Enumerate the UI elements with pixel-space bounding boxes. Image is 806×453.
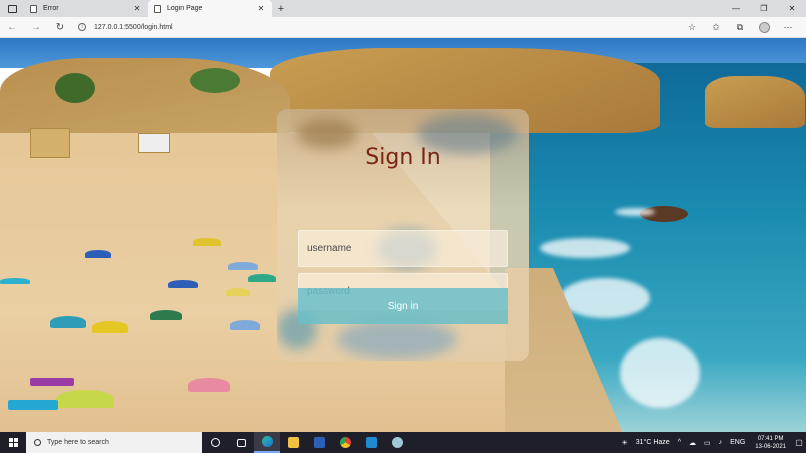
- system-tray: ☀ 31°C Haze ^ ☁ ▭ ♪ ENG 07:41 PM 13-06-2…: [617, 432, 806, 453]
- page-icon: [30, 4, 37, 13]
- favorites-icon[interactable]: ✩: [704, 17, 728, 38]
- background-umbrella: [188, 378, 230, 392]
- url-field[interactable]: i 127.0.0.1:5500/login.html: [72, 19, 680, 35]
- background-hut: [138, 133, 170, 153]
- weather-icon[interactable]: ☀: [617, 439, 631, 447]
- page-title: Sign In: [365, 145, 441, 170]
- file-explorer-icon[interactable]: [280, 432, 306, 453]
- window-controls: — ❐ ✕: [722, 0, 806, 17]
- weather-text[interactable]: 31°C Haze: [632, 439, 674, 446]
- chrome-icon[interactable]: [332, 432, 358, 453]
- info-icon[interactable]: i: [78, 23, 86, 31]
- close-icon[interactable]: ✕: [256, 4, 266, 13]
- word-icon[interactable]: [306, 432, 332, 453]
- background-umbrella: [168, 280, 198, 288]
- tab-error[interactable]: Error ✕: [24, 0, 148, 17]
- username-input[interactable]: [307, 243, 507, 254]
- background-foam: [540, 238, 630, 258]
- cortana-icon[interactable]: [202, 432, 228, 453]
- tab-actions-icon: [7, 4, 17, 13]
- profile-icon[interactable]: [752, 17, 776, 38]
- maximize-button[interactable]: ❐: [750, 0, 778, 17]
- minimize-button[interactable]: —: [722, 0, 750, 17]
- tab-login-page[interactable]: Login Page ✕: [148, 0, 272, 17]
- background-umbrella: [226, 288, 250, 296]
- windows-taskbar: Type here to search ☀ 31°C Haze ^ ☁ ▭ ♪ …: [0, 432, 806, 453]
- background-greenery: [190, 68, 240, 93]
- card-blur-blob: [337, 319, 457, 359]
- task-view-icon[interactable]: [228, 432, 254, 453]
- login-card: Sign In Sign in: [277, 109, 529, 361]
- page-viewport: Sign In Sign in: [0, 38, 806, 432]
- collections-icon[interactable]: ⧉: [728, 17, 752, 38]
- background-umbrella: [30, 378, 74, 386]
- background-cliff: [705, 76, 805, 128]
- back-arrow-icon[interactable]: ←: [0, 17, 24, 38]
- clock[interactable]: 07:41 PM 13-06-2021: [749, 435, 792, 451]
- battery-icon[interactable]: ▭: [700, 439, 715, 447]
- forward-arrow-icon[interactable]: →: [24, 17, 48, 38]
- search-icon: [34, 439, 41, 446]
- background-umbrella: [8, 400, 58, 410]
- more-icon[interactable]: ···: [776, 17, 800, 38]
- close-window-button[interactable]: ✕: [778, 0, 806, 17]
- page-icon: [154, 4, 161, 13]
- chevron-up-icon[interactable]: ^: [674, 439, 685, 446]
- close-icon[interactable]: ✕: [132, 4, 142, 13]
- background-umbrella: [92, 321, 128, 333]
- taskbar-search[interactable]: Type here to search: [26, 432, 202, 453]
- background-greenery: [55, 73, 95, 103]
- vscode-icon[interactable]: [358, 432, 384, 453]
- background-umbrella: [50, 316, 86, 328]
- browser-tab-bar: Error ✕ Login Page ✕ + — ❐ ✕: [0, 0, 806, 17]
- windows-logo-icon: [8, 438, 18, 447]
- notification-icon[interactable]: ▢: [792, 432, 806, 453]
- background-umbrella: [150, 310, 182, 320]
- sign-in-button[interactable]: Sign in: [298, 288, 508, 324]
- url-text: 127.0.0.1:5500/login.html: [94, 23, 173, 31]
- clock-date: 13-06-2021: [755, 443, 786, 450]
- background-foam: [560, 278, 650, 318]
- clock-time: 07:41 PM: [757, 435, 784, 442]
- network-icon[interactable]: ☁: [685, 439, 700, 447]
- background-hut: [30, 128, 70, 158]
- tab-title: Login Page: [167, 5, 203, 12]
- background-umbrella: [56, 390, 114, 408]
- start-button[interactable]: [0, 432, 26, 453]
- search-placeholder: Type here to search: [47, 439, 109, 446]
- tab-actions-button[interactable]: [0, 0, 24, 17]
- background-umbrella: [193, 238, 221, 246]
- background-umbrella: [228, 262, 258, 270]
- language-indicator[interactable]: ENG: [726, 439, 749, 446]
- tab-title: Error: [43, 5, 59, 12]
- reload-icon[interactable]: ↻: [48, 17, 72, 38]
- star-plus-icon[interactable]: ☆: [680, 17, 704, 38]
- new-tab-button[interactable]: +: [272, 3, 290, 15]
- address-bar: ← → ↻ i 127.0.0.1:5500/login.html ☆ ✩ ⧉ …: [0, 17, 806, 38]
- background-umbrella: [248, 274, 276, 282]
- background-foam: [620, 338, 700, 408]
- background-umbrella: [85, 250, 111, 258]
- background-umbrella: [0, 278, 30, 284]
- background-umbrella: [230, 320, 260, 330]
- volume-icon[interactable]: ♪: [715, 439, 727, 446]
- background-foam: [615, 208, 655, 216]
- app-icon[interactable]: [384, 432, 410, 453]
- edge-browser-icon[interactable]: [254, 432, 280, 453]
- toolbar-icons: ☆ ✩ ⧉ ···: [680, 17, 806, 38]
- username-field[interactable]: [298, 230, 508, 267]
